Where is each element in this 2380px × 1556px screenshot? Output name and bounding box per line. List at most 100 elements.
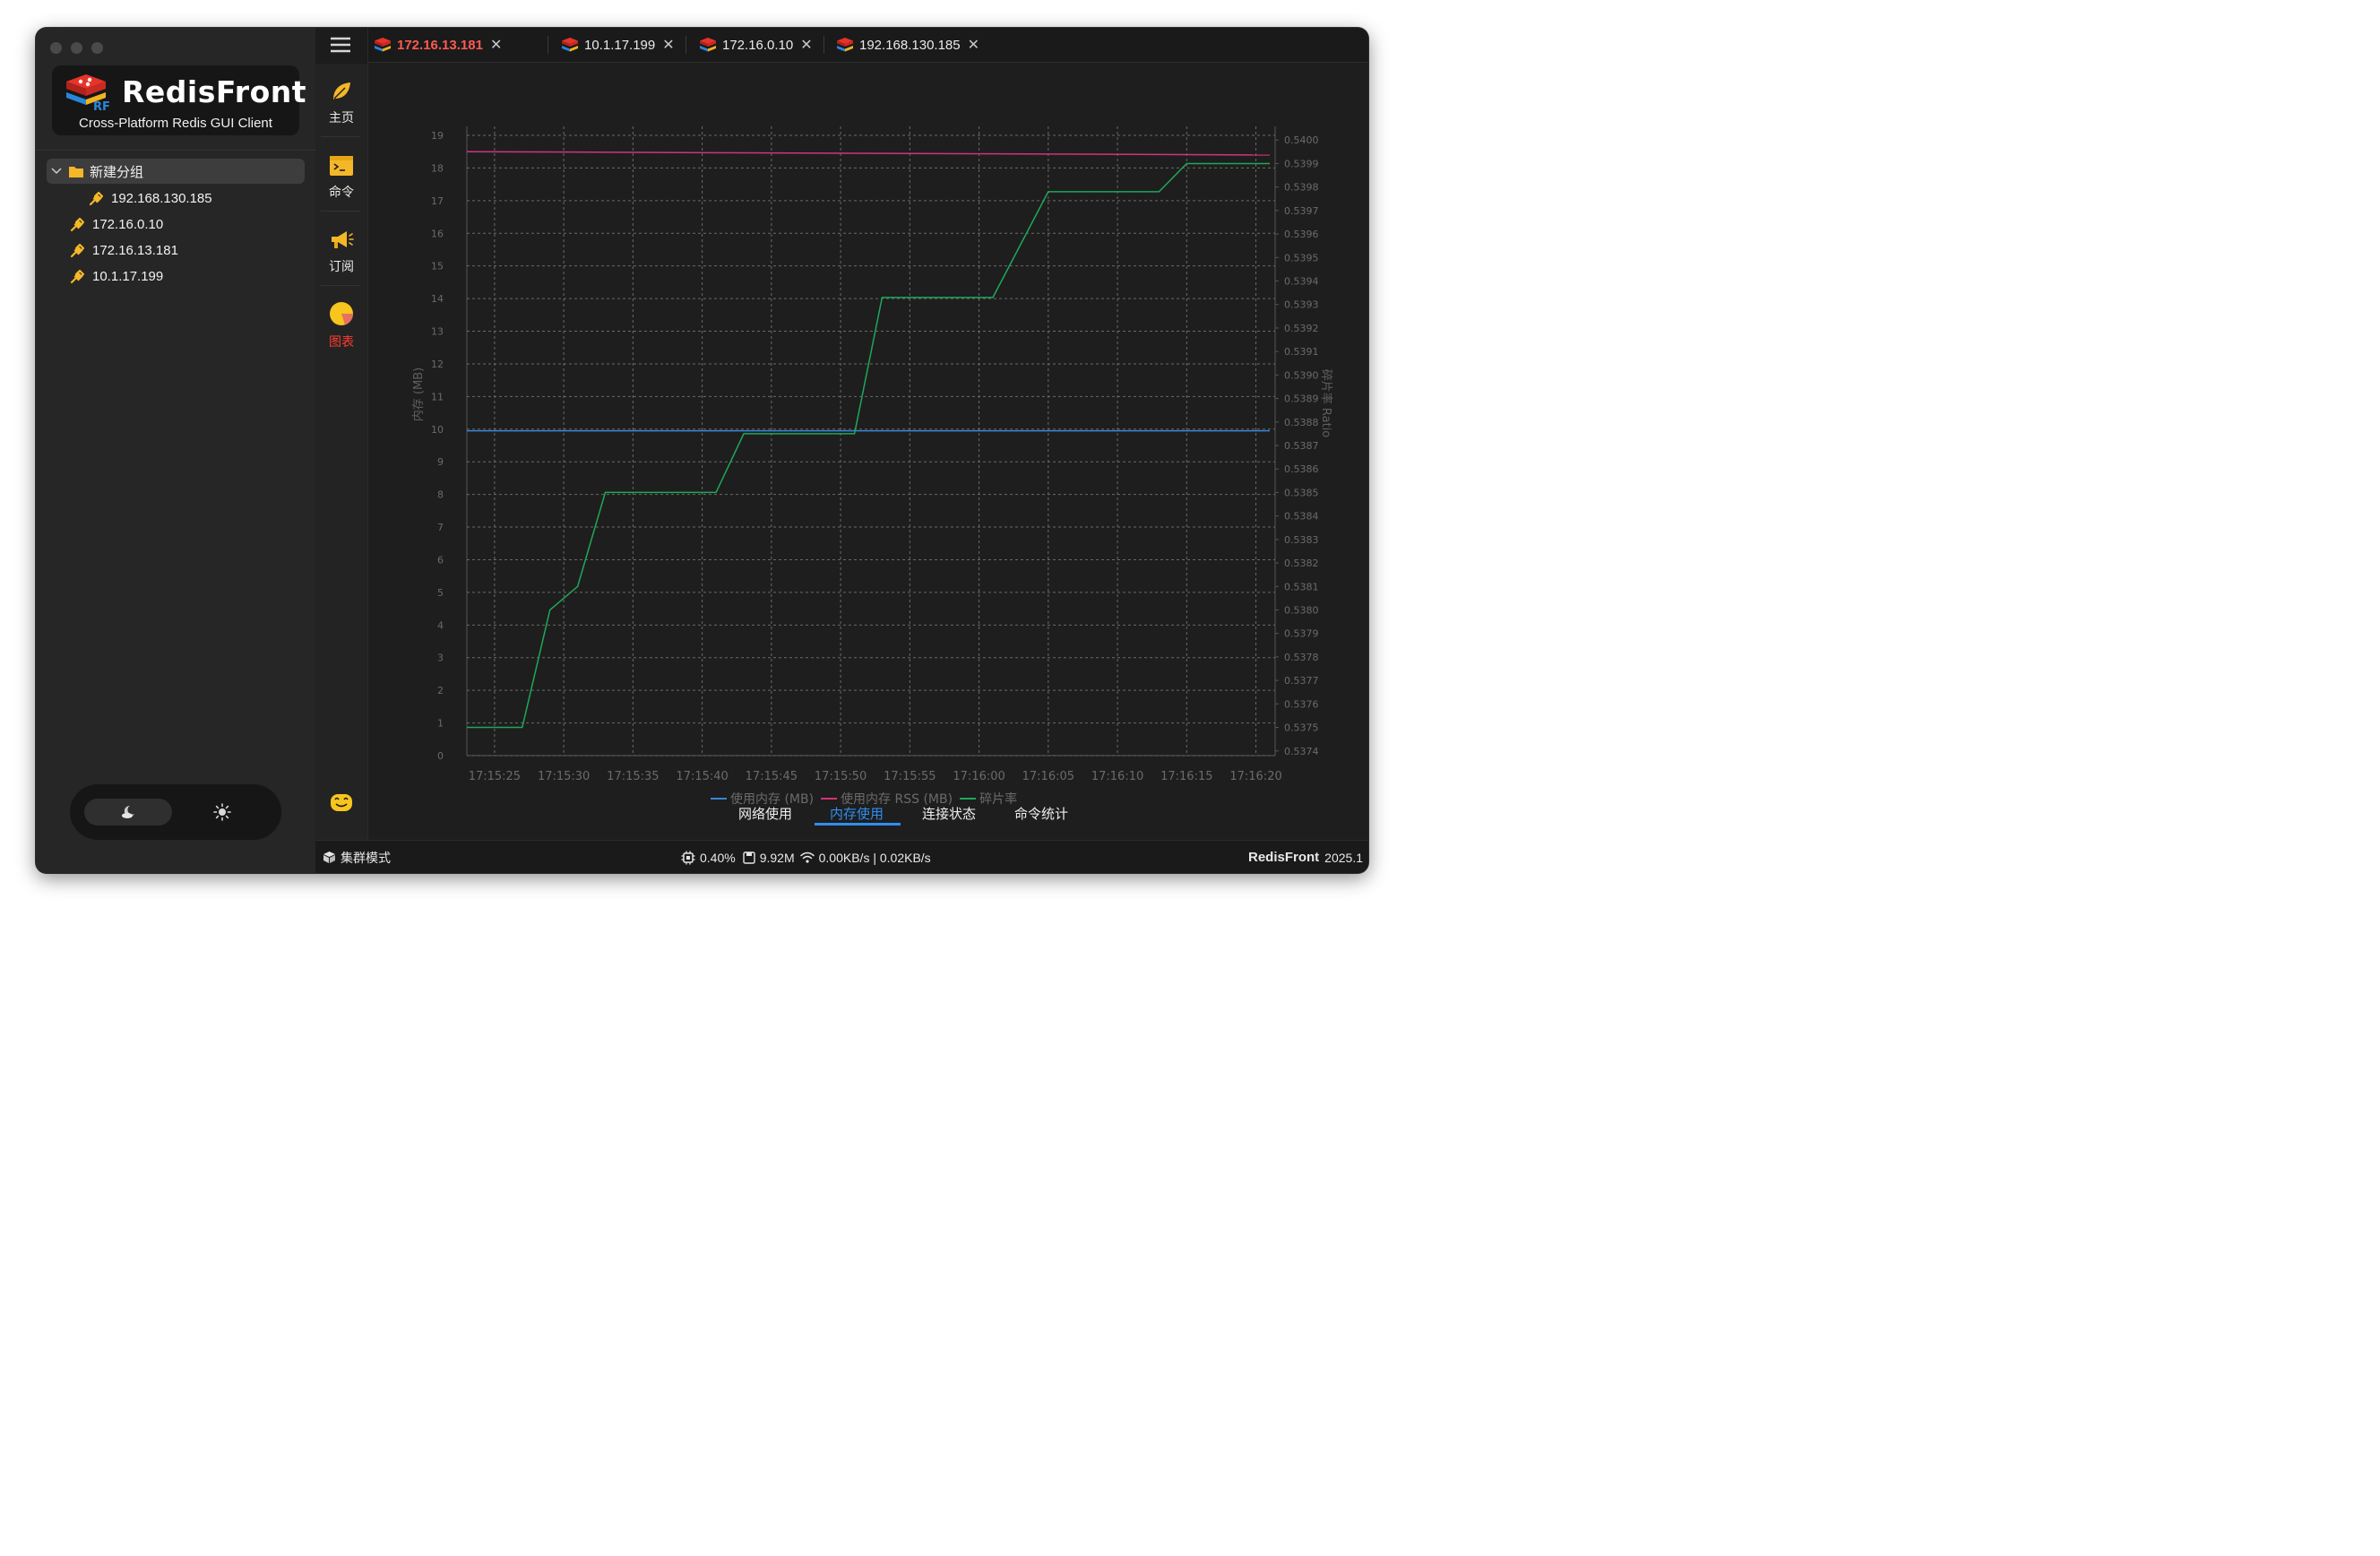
megaphone-icon [329,229,354,252]
y-tick-label: 17 [431,195,444,207]
divider [36,150,315,151]
tree-item-connection[interactable]: 172.16.13.181 [69,238,178,263]
y2-tick-label: 0.5389 [1284,393,1319,405]
y-tick-label: 10 [431,424,444,436]
tree-item-connection[interactable]: 192.168.130.185 [88,186,212,211]
y-tick-label: 0 [437,750,444,762]
subtab-memory[interactable]: 内存使用 [830,804,884,823]
terminal-icon [329,154,354,177]
tree-item-connection[interactable]: 10.1.17.199 [69,264,163,289]
connection-label: 172.16.13.181 [92,242,178,258]
chart-panel: 0 1 2 3 4 5 6 7 8 9 10 11 12 13 14 15 16 17 18 19 0.5374 0.5… [368,63,1368,840]
y2-tick-label: 0.5379 [1284,628,1319,640]
brand-version: RedisFront 2025.1 [1248,841,1363,873]
resource-stats: 0.40% 9.92M 0.00KB/s | 0.02KB/s [681,841,931,873]
connection-label: 192.168.130.185 [111,190,212,206]
y-tick-label: 15 [431,261,444,272]
icon-rail: 主页 命令 订阅 图表 [315,28,368,840]
memory-usage: 9.92M [759,850,795,865]
status-bar: 集群模式 0.40% 9.92M 0.00KB/s | 0.02KB/s Red… [315,840,1368,873]
divider [321,285,360,286]
y-tick-label: 14 [431,293,444,305]
dark-mode-button[interactable] [84,799,172,826]
rail-home[interactable]: 主页 [315,80,367,126]
y2-tick-label: 0.5377 [1284,675,1319,687]
tab-connection[interactable]: 172.16.13.181 ✕ [374,28,502,62]
close-icon[interactable]: ✕ [968,36,979,54]
subtab-network[interactable]: 网络使用 [738,804,792,823]
y-axis-label: 内存 (MB) [411,367,426,421]
moon-cloud-icon [120,804,136,820]
y-tick-label: 1 [437,718,444,730]
window-close-button[interactable] [50,42,62,54]
y2-tick-label: 0.5396 [1284,229,1319,240]
cluster-mode-label: 集群模式 [341,850,391,865]
x-tick-label: 17:16:05 [1022,770,1074,783]
y-tick-label: 8 [437,489,444,501]
y2-tick-label: 0.5387 [1284,440,1319,452]
redis-stack-icon [374,37,392,53]
leaf-icon [330,80,353,103]
rail-command[interactable]: 命令 [315,154,367,201]
memory-icon [743,851,755,864]
x-tick-label: 17:15:40 [676,770,728,783]
cpu-icon [681,851,695,865]
rail-subscribe[interactable]: 订阅 [315,229,367,275]
rail-chart[interactable]: 图表 [315,300,367,350]
redis-stack-icon [561,37,579,53]
tree-group-new[interactable]: 新建分组 [47,159,305,184]
series-line [467,162,1270,729]
tab-label: 172.16.13.181 [397,37,483,53]
rail-label-command: 命令 [329,186,354,200]
window-minimize-button[interactable] [71,42,82,54]
x-tick-label: 17:16:20 [1229,770,1281,783]
redis-stack-icon [699,37,717,53]
tab-label: 172.16.0.10 [722,37,794,53]
y2-tick-label: 0.5381 [1284,581,1319,592]
x-tick-label: 17:16:10 [1091,770,1143,783]
tab-connection[interactable]: 172.16.0.10 ✕ [699,28,813,62]
network-usage: 0.00KB/s | 0.02KB/s [818,850,931,865]
tab-connection[interactable]: 192.168.130.185 ✕ [836,28,979,62]
x-tick-label: 17:15:35 [607,770,659,783]
plug-icon [88,189,106,207]
y2-tick-label: 0.5390 [1284,369,1319,381]
x-tick-label: 17:16:00 [953,770,1005,783]
hamburger-menu-icon[interactable] [331,37,350,53]
sun-icon[interactable] [213,803,231,821]
subtab-connections[interactable]: 连接状态 [922,804,976,823]
rail-label-subscribe: 订阅 [329,260,354,274]
y2-tick-label: 0.5374 [1284,746,1319,757]
connection-label: 172.16.0.10 [92,216,164,232]
y-tick-label: 19 [431,130,444,142]
tab-label: 10.1.17.199 [584,37,656,53]
y-tick-label: 9 [437,456,444,468]
svg-text:RF: RF [93,100,109,112]
y2-tick-label: 0.5380 [1284,604,1319,616]
pie-chart-icon [328,300,355,327]
cpu-usage: 0.40% [700,850,736,865]
y2-axis-label: 碎片率 Ratio [1319,369,1333,438]
chevron-down-icon[interactable] [50,168,63,175]
wifi-icon [799,851,815,863]
close-icon[interactable]: ✕ [800,36,812,54]
subtab-active-indicator [815,823,901,826]
status-version: 2025.1 [1324,850,1363,865]
tree-group-label: 新建分组 [90,164,144,180]
window-zoom-button[interactable] [91,42,103,54]
rail-panel: 主页 命令 订阅 图表 [315,64,367,840]
x-tick-label: 17:15:45 [746,770,798,783]
tab-connection[interactable]: 10.1.17.199 ✕ [561,28,675,62]
subtab-commands[interactable]: 命令统计 [1014,804,1068,823]
brand-title: RedisFront [122,74,307,109]
y-tick-label: 12 [431,359,444,370]
emoji-face-icon[interactable] [330,791,353,813]
close-icon[interactable]: ✕ [490,36,502,54]
y2-tick-label: 0.5385 [1284,487,1319,498]
close-icon[interactable]: ✕ [662,36,674,54]
connection-label: 10.1.17.199 [92,268,164,284]
tree-item-connection[interactable]: 172.16.0.10 [69,212,163,237]
y2-tick-label: 0.5391 [1284,346,1319,358]
x-tick-label: 17:15:30 [538,770,590,783]
plug-icon [69,241,87,259]
